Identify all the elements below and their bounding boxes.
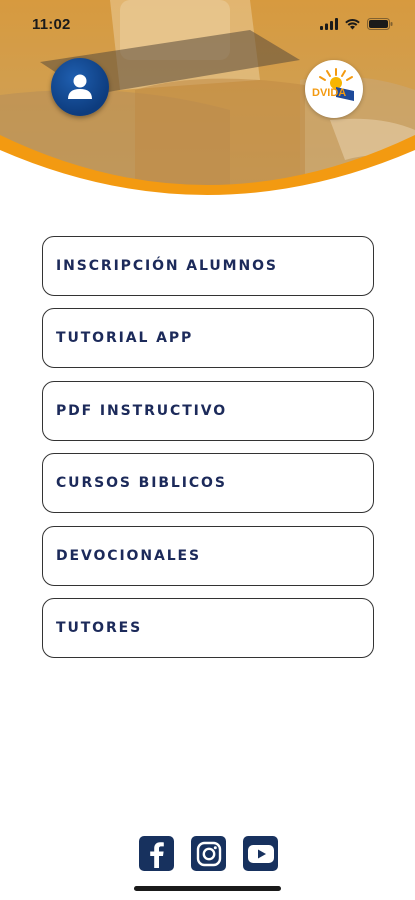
main-menu: INSCRIPCIÓN ALUMNOS TUTORIAL APP PDF INS… [42,236,374,670]
menu-button-label: PDF INSTRUCTIVO [56,402,228,419]
dvida-logo: DVIDA [312,68,354,101]
menu-button-cursos-biblicos[interactable]: CURSOS BIBLICOS [42,453,374,514]
wifi-icon [345,19,360,30]
app-logo: DVIDA [305,60,363,118]
menu-button-label: TUTORES [56,619,143,636]
facebook-button[interactable] [139,836,174,871]
home-indicator [134,886,281,891]
menu-button-tutores[interactable]: TUTORES [42,597,374,658]
menu-button-inscripcion-alumnos[interactable]: INSCRIPCIÓN ALUMNOS [42,236,374,296]
status-icons [320,18,393,30]
header-hero: 11:02 DVIDA [0,0,415,205]
status-bar: 11:02 [0,0,415,48]
menu-button-label: TUTORIAL APP [56,330,194,347]
signal-icon [320,18,338,30]
status-time: 11:02 [32,15,71,33]
menu-button-pdf-instructivo[interactable]: PDF INSTRUCTIVO [42,380,374,441]
menu-button-tutorial-app[interactable]: TUTORIAL APP [42,308,374,369]
menu-button-devocionales[interactable]: DEVOCIONALES [42,525,374,586]
instagram-button[interactable] [191,836,226,871]
social-links [139,836,278,871]
facebook-icon [149,841,164,868]
profile-button[interactable] [51,58,109,116]
user-icon [68,74,92,99]
battery-icon [367,18,393,30]
menu-button-label: DEVOCIONALES [56,547,201,564]
svg-text:DVIDA: DVIDA [312,87,346,99]
youtube-button[interactable] [243,836,278,871]
instagram-icon [196,841,221,866]
menu-button-label: CURSOS BIBLICOS [56,475,227,492]
youtube-icon [247,844,274,863]
menu-button-label: INSCRIPCIÓN ALUMNOS [56,258,278,274]
